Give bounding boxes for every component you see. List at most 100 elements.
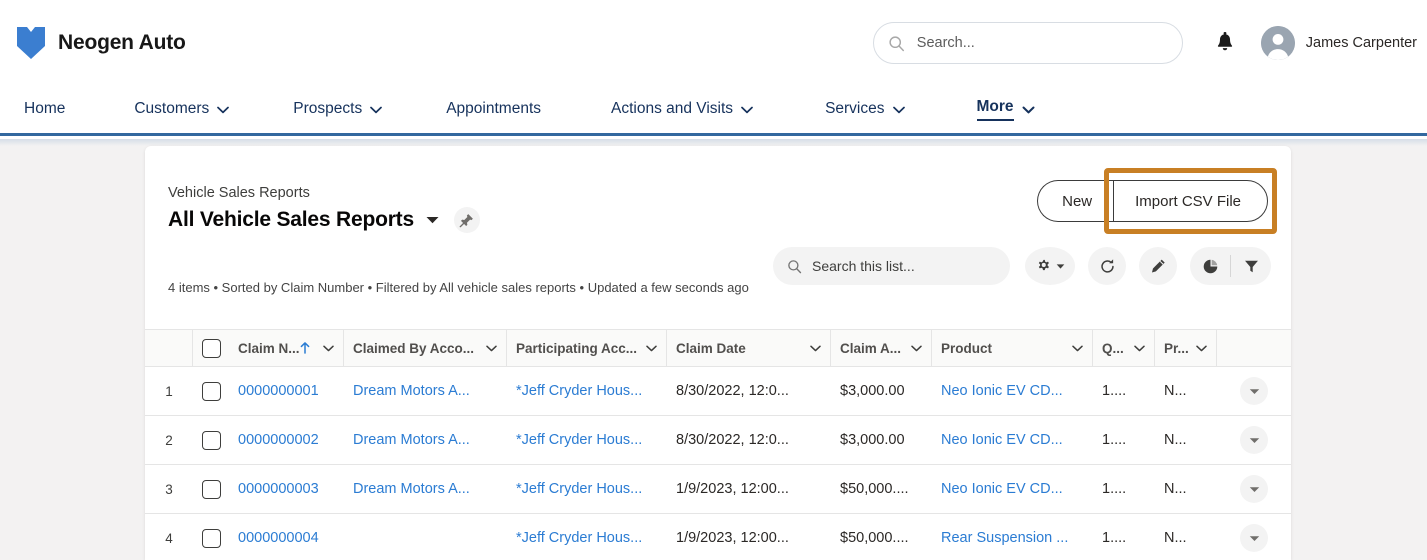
- cell-product[interactable]: Neo Ionic EV CD...: [932, 416, 1093, 464]
- cell-claimed-by-account[interactable]: Dream Motors A...: [344, 416, 507, 464]
- user-name: James Carpenter: [1305, 35, 1417, 51]
- row-number: 2: [165, 432, 173, 448]
- pin-icon-button[interactable]: [453, 207, 480, 233]
- chevron-down-icon[interactable]: [646, 345, 657, 352]
- nav-item-actions-and-visits[interactable]: Actions and Visits: [611, 85, 753, 135]
- chevron-down-icon[interactable]: [486, 345, 497, 352]
- refresh-icon: [1100, 258, 1114, 273]
- caret-down-icon: [1249, 486, 1259, 492]
- row-number: 3: [165, 481, 173, 497]
- cell-claimed-by-account[interactable]: [344, 514, 507, 560]
- column-header-pr[interactable]: Pr...: [1155, 330, 1217, 366]
- app-window: Neogen Auto Search... James Carpenter Ho…: [0, 0, 1427, 560]
- table-row[interactable]: 2 0000000002 Dream Motors A... *Jeff Cry…: [145, 416, 1291, 465]
- cell-participating-account[interactable]: *Jeff Cryder Hous...: [507, 367, 667, 415]
- column-header-product[interactable]: Product: [932, 330, 1093, 366]
- row-checkbox[interactable]: [201, 528, 221, 548]
- list-view-settings-button[interactable]: [1025, 247, 1075, 285]
- gear-icon: [1038, 259, 1049, 270]
- global-search-input[interactable]: Search...: [872, 22, 1183, 64]
- charts-button[interactable]: [1190, 247, 1230, 285]
- brand-name: Neogen Auto: [58, 31, 186, 54]
- cell-product[interactable]: Rear Suspension ...: [932, 514, 1093, 560]
- row-select-cell[interactable]: [193, 367, 229, 415]
- column-header-participating-account[interactable]: Participating Acc...: [507, 330, 667, 366]
- column-header-quantity[interactable]: Q...: [1093, 330, 1155, 366]
- nav-item-more[interactable]: More: [976, 85, 1035, 135]
- nav-item-label: Actions and Visits: [611, 99, 734, 117]
- table-row[interactable]: 1 0000000001 Dream Motors A... *Jeff Cry…: [145, 367, 1291, 416]
- chevron-down-icon: [370, 106, 383, 114]
- notifications-bell-button[interactable]: [1209, 27, 1241, 59]
- cell-participating-account[interactable]: *Jeff Cryder Hous...: [507, 416, 667, 464]
- row-menu-button[interactable]: [1240, 426, 1268, 454]
- nav-item-label: Customers: [134, 99, 210, 117]
- filters-button[interactable]: [1231, 247, 1271, 285]
- row-select-cell[interactable]: [193, 514, 229, 560]
- notifications-bell-icon: [1217, 32, 1232, 51]
- column-header-claimed-by-account[interactable]: Claimed By Acco...: [344, 330, 507, 366]
- row-checkbox[interactable]: [201, 430, 221, 450]
- cell-pr: N...: [1164, 432, 1187, 448]
- search-list-input[interactable]: Search this list...: [773, 247, 1010, 285]
- row-menu-button[interactable]: [1240, 475, 1268, 503]
- column-header-claim-number[interactable]: Claim N...: [229, 330, 344, 366]
- cell-product[interactable]: Neo Ionic EV CD...: [932, 367, 1093, 415]
- new-button[interactable]: New: [1037, 180, 1114, 222]
- import-csv-file-button[interactable]: Import CSV File: [1113, 180, 1268, 222]
- list-view-switcher-chevron-down-icon[interactable]: [425, 215, 440, 225]
- chevron-down-icon[interactable]: [1072, 345, 1083, 352]
- table-row[interactable]: 3 0000000003 Dream Motors A... *Jeff Cry…: [145, 465, 1291, 514]
- cell-claim-number[interactable]: 0000000003: [229, 465, 344, 513]
- global-search-placeholder: Search...: [916, 35, 975, 51]
- cell-product[interactable]: Neo Ionic EV CD...: [932, 465, 1093, 513]
- cell-claim-amount: $3,000.00: [840, 383, 905, 399]
- cell-participating-account[interactable]: *Jeff Cryder Hous...: [507, 465, 667, 513]
- column-header-claim-amount[interactable]: Claim A...: [831, 330, 932, 366]
- row-checkbox[interactable]: [201, 381, 221, 401]
- caret-down-icon: [1249, 535, 1259, 541]
- column-header-claim-date[interactable]: Claim Date: [667, 330, 831, 366]
- chevron-down-icon[interactable]: [1134, 345, 1145, 352]
- row-actions-cell[interactable]: [1217, 465, 1291, 513]
- row-checkbox[interactable]: [201, 479, 221, 499]
- user-profile-button[interactable]: James Carpenter: [1260, 26, 1417, 60]
- table-row[interactable]: 4 0000000004 *Jeff Cryder Hous... 1/9/20…: [145, 514, 1291, 560]
- global-header: Neogen Auto Search... James Carpenter: [0, 0, 1427, 86]
- cell-quantity: 1....: [1102, 530, 1127, 546]
- edit-list-button[interactable]: [1139, 247, 1177, 285]
- brand[interactable]: Neogen Auto: [0, 26, 186, 60]
- cell-pr: N...: [1164, 383, 1187, 399]
- select-all-header[interactable]: [193, 330, 229, 366]
- row-select-cell[interactable]: [193, 465, 229, 513]
- nav-item-home[interactable]: Home: [24, 85, 65, 135]
- chevron-down-icon[interactable]: [323, 345, 334, 352]
- cell-claimed-by-account[interactable]: Dream Motors A...: [344, 465, 507, 513]
- row-actions-cell[interactable]: [1217, 416, 1291, 464]
- filter-funnel-icon: [1244, 260, 1258, 272]
- row-menu-button[interactable]: [1240, 377, 1268, 405]
- header-right-cluster: Search... James Carpenter: [872, 0, 1427, 86]
- chevron-down-icon[interactable]: [911, 345, 922, 352]
- chevron-down-icon[interactable]: [1196, 345, 1207, 352]
- cell-participating-account[interactable]: *Jeff Cryder Hous...: [507, 514, 667, 560]
- cell-claim-number[interactable]: 0000000001: [229, 367, 344, 415]
- cell-claim-number[interactable]: 0000000004: [229, 514, 344, 560]
- row-actions-cell[interactable]: [1217, 367, 1291, 415]
- refresh-button[interactable]: [1088, 247, 1126, 285]
- row-select-cell[interactable]: [193, 416, 229, 464]
- list-view-card: Vehicle Sales Reports All Vehicle Sales …: [145, 146, 1291, 560]
- pin-icon: [460, 213, 474, 227]
- nav-item-appointments[interactable]: Appointments: [446, 85, 541, 135]
- cell-claim-number[interactable]: 0000000002: [229, 416, 344, 464]
- cell-claimed-by-account[interactable]: Dream Motors A...: [344, 367, 507, 415]
- nav-item-customers[interactable]: Customers: [134, 85, 230, 135]
- row-actions-cell[interactable]: [1217, 514, 1291, 560]
- nav-item-prospects[interactable]: Prospects: [293, 85, 383, 135]
- select-all-checkbox[interactable]: [201, 338, 221, 358]
- chevron-down-icon: [741, 106, 753, 114]
- nav-item-services[interactable]: Services: [825, 85, 905, 135]
- cell-quantity: 1....: [1102, 383, 1127, 399]
- row-menu-button[interactable]: [1240, 524, 1268, 552]
- chevron-down-icon[interactable]: [810, 345, 821, 352]
